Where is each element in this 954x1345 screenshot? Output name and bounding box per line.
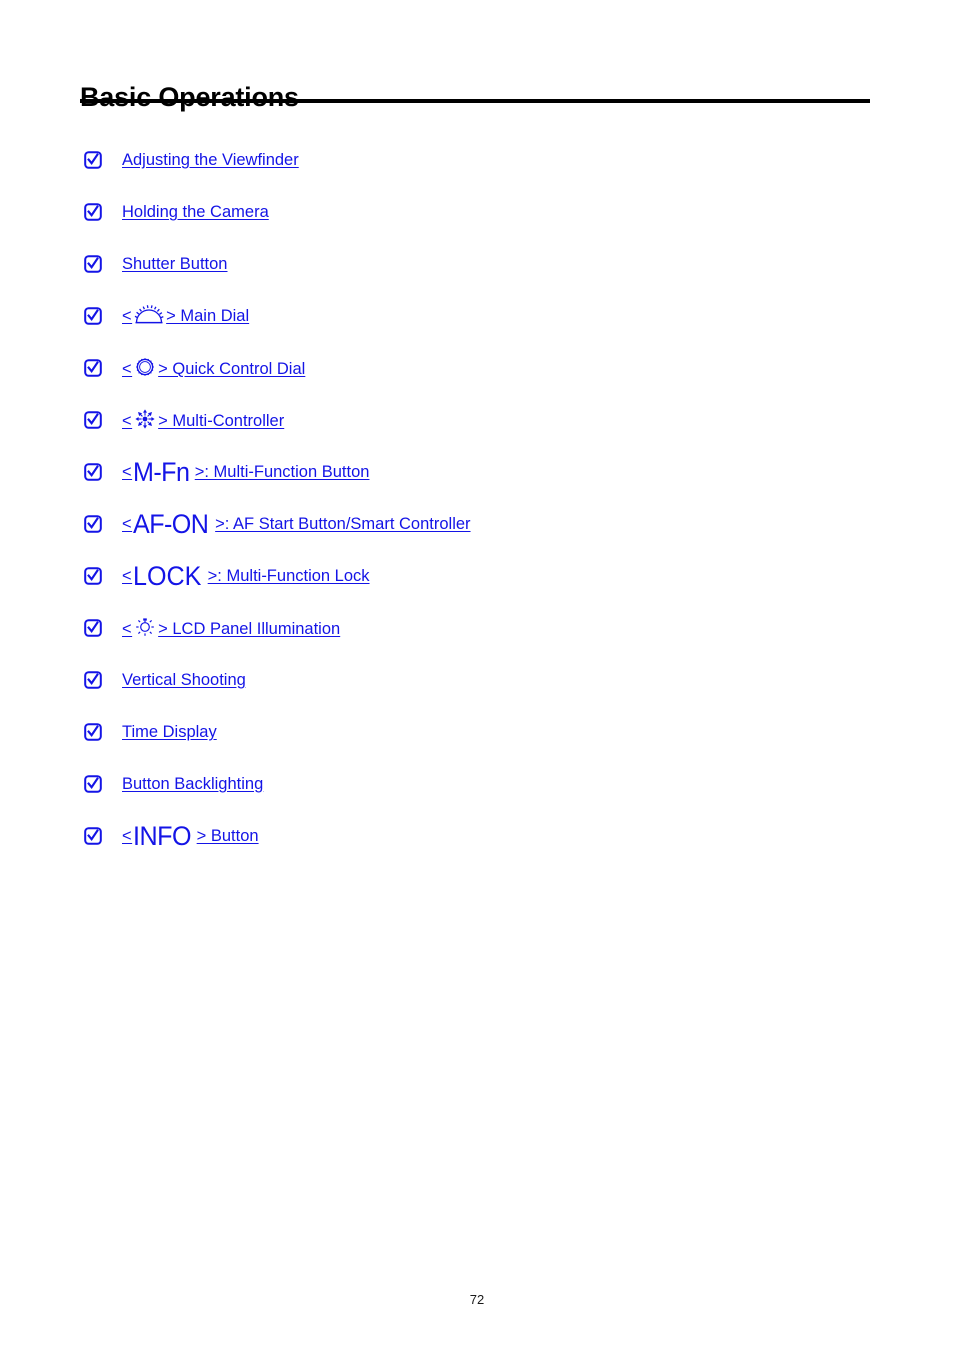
toc-link-button-backlighting[interactable]: Button Backlighting — [122, 772, 263, 796]
angle-open: < — [122, 360, 133, 378]
toc-link-holding-the-camera[interactable]: Holding the Camera — [122, 200, 269, 224]
checkbox-checked-icon — [84, 359, 102, 377]
list-item[interactable]: < > Main Dial — [0, 304, 954, 356]
lcd-illumination-icon — [134, 616, 156, 638]
list-item[interactable]: < — [0, 356, 954, 408]
toc-link-multi-controller[interactable]: < > Multi-Controller — [122, 408, 284, 433]
list-item[interactable]: <AF-ON >: AF Start Button/Smart Controlle… — [0, 509, 954, 564]
checkbox-checked-icon — [84, 671, 102, 689]
table-of-contents: Adjusting the Viewfinder Holding the Cam… — [0, 148, 954, 876]
checkbox-checked-icon — [84, 255, 102, 273]
list-item[interactable]: < — [0, 408, 954, 460]
checkbox-checked-icon — [84, 619, 102, 637]
document-page: Basic Operations Adjusting the Viewfinde… — [0, 0, 954, 1345]
toc-link-label: > LCD Panel Illumination — [158, 620, 341, 638]
angle-open: < — [122, 620, 133, 638]
m-fn-button-legend: M-Fn — [133, 457, 190, 487]
toc-link-multi-function-button[interactable]: <M-Fn >: Multi-Function Button — [122, 457, 370, 487]
list-item[interactable]: Holding the Camera — [0, 200, 954, 252]
list-item[interactable]: <LOCK >: Multi-Function Lock — [0, 561, 954, 616]
checkbox-checked-icon — [84, 775, 102, 793]
main-dial-icon — [134, 304, 164, 325]
checkbox-checked-icon — [84, 463, 102, 481]
angle-open: < — [122, 515, 133, 533]
toc-link-label: > Main Dial — [166, 307, 250, 325]
list-item[interactable]: Shutter Button — [0, 252, 954, 304]
toc-link-main-dial[interactable]: < > Main Dial — [122, 304, 249, 328]
checkbox-checked-icon — [84, 827, 102, 845]
lock-button-legend: LOCK — [133, 561, 202, 591]
toc-link-quick-control-dial[interactable]: < > Quick Control Dial — [122, 356, 305, 381]
angle-open: < — [122, 567, 133, 585]
checkbox-checked-icon — [84, 723, 102, 741]
angle-open: < — [122, 307, 133, 325]
checkbox-checked-icon — [84, 203, 102, 221]
list-item[interactable]: <M-Fn >: Multi-Function Button — [0, 457, 954, 512]
angle-open: < — [122, 463, 133, 481]
quick-control-dial-icon — [134, 356, 156, 378]
list-item[interactable]: Time Display — [0, 720, 954, 772]
angle-open: < — [122, 827, 133, 845]
toc-link-label: > Quick Control Dial — [158, 360, 306, 378]
toc-link-label: > Button — [196, 827, 259, 845]
af-on-button-legend: AF-ON — [133, 509, 209, 539]
toc-link-info-button[interactable]: <INFO > Button — [122, 821, 259, 851]
toc-link-label: >: AF Start Button/Smart Controller — [215, 515, 471, 533]
toc-link-adjusting-the-viewfinder[interactable]: Adjusting the Viewfinder — [122, 148, 299, 172]
multi-controller-icon — [134, 408, 156, 430]
checkbox-checked-icon — [84, 307, 102, 325]
info-button-legend: INFO — [133, 821, 192, 851]
toc-link-af-start-button[interactable]: <AF-ON >: AF Start Button/Smart Controlle… — [122, 509, 471, 539]
toc-link-shutter-button[interactable]: Shutter Button — [122, 252, 228, 276]
checkbox-checked-icon — [84, 567, 102, 585]
checkbox-checked-icon — [84, 411, 102, 429]
list-item[interactable]: < > LCD Panel Illumination — [0, 616, 954, 668]
toc-link-lcd-panel-illumination[interactable]: < > LCD Panel Illumination — [122, 616, 340, 641]
list-item[interactable]: <INFO > Button — [0, 821, 954, 876]
checkbox-checked-icon — [84, 515, 102, 533]
toc-link-label: > Multi-Controller — [158, 412, 285, 430]
toc-link-time-display[interactable]: Time Display — [122, 720, 217, 744]
page-number: 72 — [469, 1292, 485, 1307]
toc-link-vertical-shooting[interactable]: Vertical Shooting — [122, 668, 246, 692]
toc-link-multi-function-lock[interactable]: <LOCK >: Multi-Function Lock — [122, 561, 370, 591]
list-item[interactable]: Button Backlighting — [0, 772, 954, 824]
toc-link-label: >: Multi-Function Lock — [207, 567, 370, 585]
toc-link-label: >: Multi-Function Button — [194, 463, 370, 481]
angle-open: < — [122, 412, 133, 430]
list-item[interactable]: Vertical Shooting — [0, 668, 954, 720]
title-divider — [80, 99, 870, 103]
page-title: Basic Operations — [80, 82, 299, 113]
list-item[interactable]: Adjusting the Viewfinder — [0, 148, 954, 200]
checkbox-checked-icon — [84, 151, 102, 169]
